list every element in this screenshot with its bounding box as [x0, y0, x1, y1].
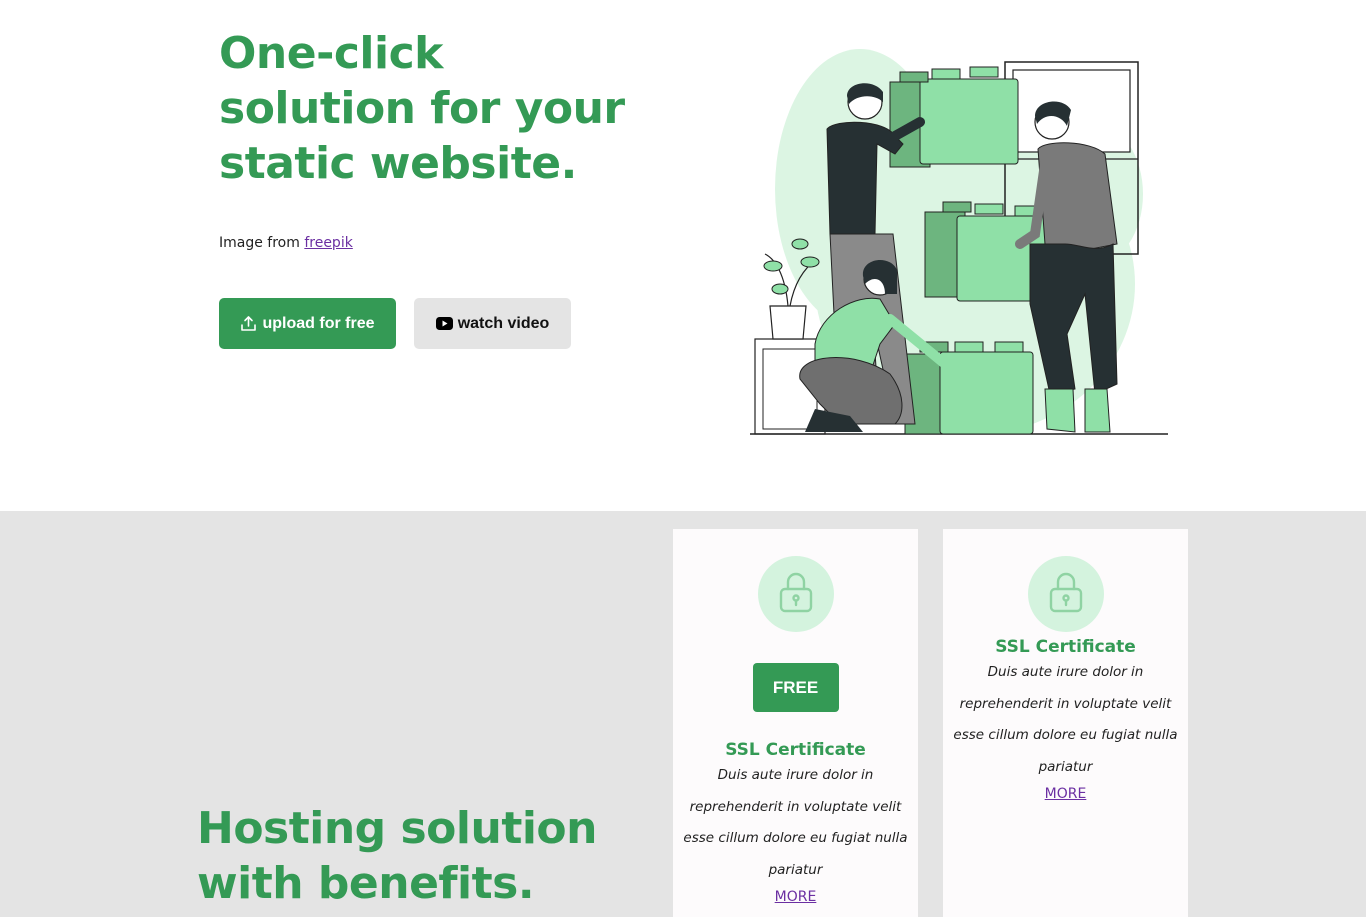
- card-title: SSL Certificate: [725, 740, 866, 760]
- ssl-card-free: FREE SSL Certificate Duis aute irure dol…: [673, 529, 918, 917]
- benefits-section: Hosting solution with benefits. FREE SSL…: [0, 511, 1366, 917]
- card-description: Duis aute irure dolor in reprehenderit i…: [683, 767, 908, 878]
- benefits-title: Hosting solution with benefits.: [197, 803, 598, 909]
- credit-prefix: Image from: [219, 235, 305, 251]
- upload-for-free-button[interactable]: upload for free: [219, 298, 396, 349]
- more-link[interactable]: MORE: [1045, 786, 1087, 802]
- lock-icon-circle: [757, 556, 834, 632]
- hero-title: One-click solution for your static websi…: [219, 28, 625, 189]
- team-building-illustration: [750, 49, 1168, 435]
- watch-video-button[interactable]: watch video: [414, 298, 571, 349]
- lock-icon: [778, 571, 814, 617]
- upload-button-label: upload for free: [262, 314, 375, 332]
- ssl-card: SSL Certificate Duis aute irure dolor in…: [943, 529, 1188, 917]
- youtube-play-icon: [435, 317, 453, 330]
- lock-icon: [1048, 571, 1084, 617]
- more-link[interactable]: MORE: [775, 889, 817, 905]
- lock-icon-circle: [1027, 556, 1104, 632]
- card-description: Duis aute irure dolor in reprehenderit i…: [953, 664, 1178, 775]
- watch-button-label: watch video: [457, 314, 550, 332]
- image-credit: Image from freepik: [219, 235, 353, 251]
- freepik-link[interactable]: freepik: [304, 235, 353, 251]
- upload-icon: [240, 315, 257, 332]
- card-title: SSL Certificate: [995, 637, 1136, 657]
- hero-section: One-click solution for your static websi…: [0, 0, 1366, 511]
- free-badge: FREE: [752, 663, 839, 712]
